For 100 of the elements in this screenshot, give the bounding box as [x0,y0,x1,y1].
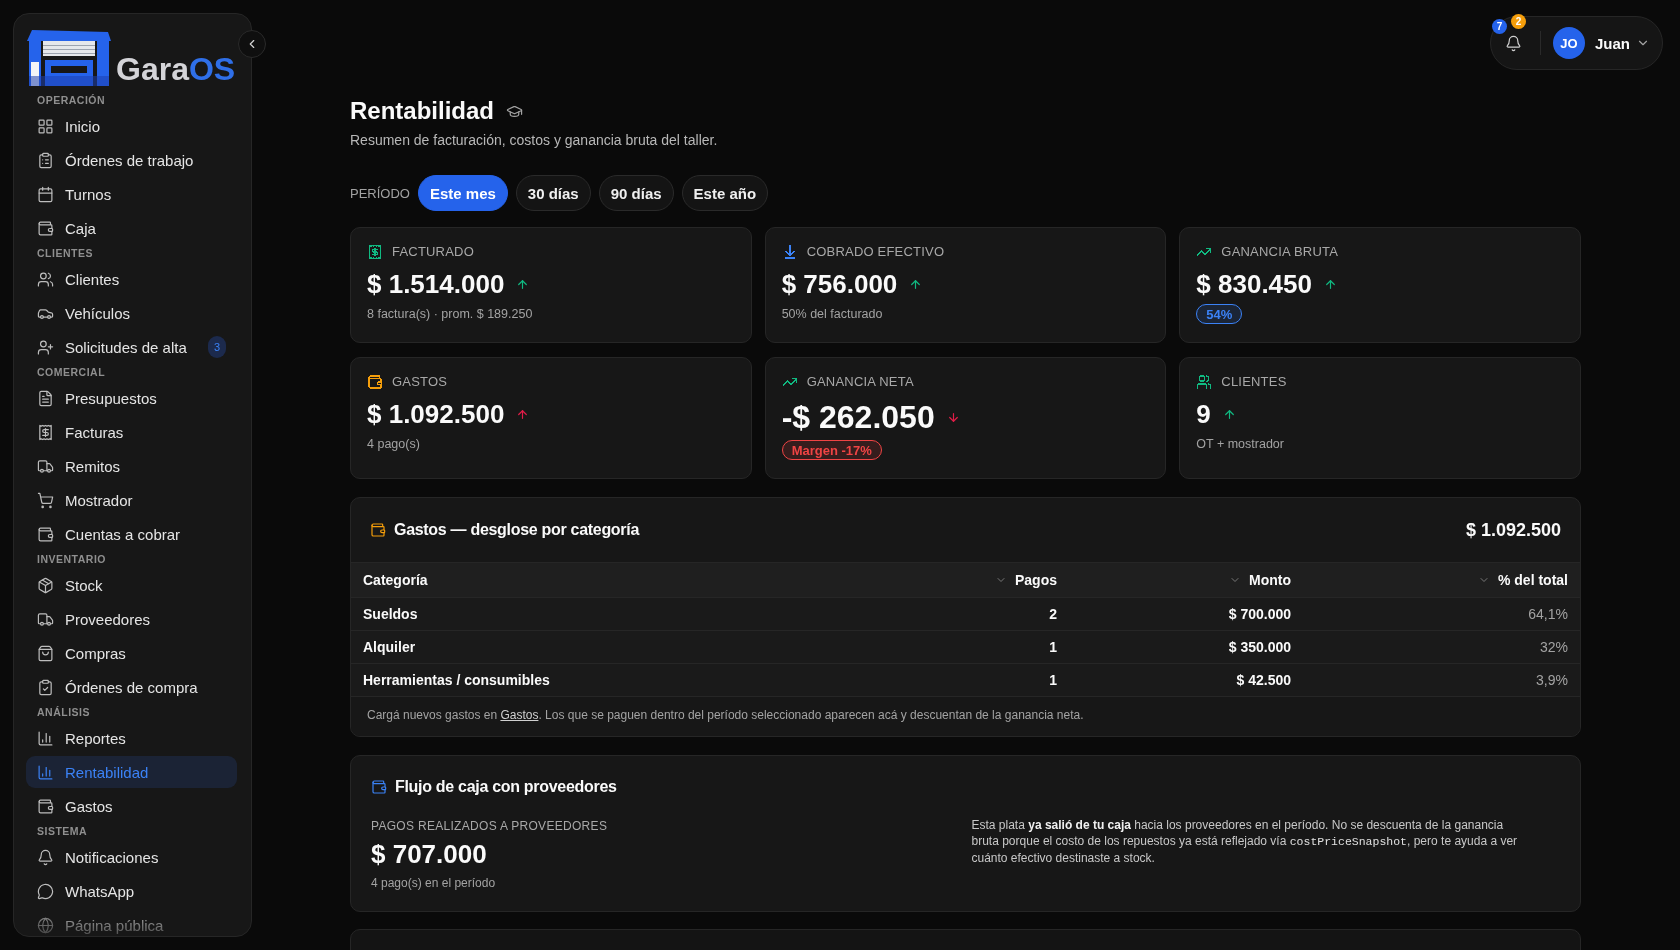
avatar: JO [1553,27,1585,59]
nav-item[interactable]: Presupuestos [26,382,237,414]
garage-logo-icon [27,28,113,86]
bell-icon [37,848,54,866]
notification-count: 7 [1492,19,1507,34]
user-menu-button[interactable]: JO Juan [1553,27,1650,59]
logo-wordmark: GaraOS [116,53,236,85]
clipboard-check-icon [37,678,54,696]
period-label: PERÍODO [350,185,410,201]
nav-item[interactable]: Turnos [26,178,237,210]
box-icon [37,576,54,594]
table-cell-text: 1 [1048,672,1057,688]
nav-item[interactable]: Mostrador [26,484,237,516]
nav-item[interactable]: Cuentas a cobrar [26,518,237,550]
stat-note: 50% del facturado [781,306,884,323]
stat-value: -$ 262.050 [781,398,935,436]
page-title: Rentabilidad [350,96,494,126]
stat-badge: Margen -17% [781,440,882,460]
explanation-text: Esta plata ya salió de tu caja hacia los proveedores en el período. No se descuenta de la ganancia bruta porque el costo de los repuestos ya está reflejado vía costPriceSnapshot, pero te ayuda a ver cuánto efectivo destinaste a stock. [971,817,1519,867]
table-cell-text: $ 700.000 [1227,606,1291,622]
footnote-text: Cargá nuevos gastos en Gastos. Los que se paguen dentro del período seleccionado aparecen acá y descuentan de la ganancia neta. [351,696,1580,736]
bar-chart-icon [37,763,54,781]
column-header[interactable]: Monto [1057,572,1291,588]
bell-icon [1505,34,1523,52]
receipt-icon [37,423,54,441]
stat-value: 9 [1196,398,1211,430]
table-cell-text: 64,1% [1527,606,1568,622]
table-cell-text: Herramientas / consumibles [363,672,551,688]
section-label: OPERACIÓN [36,93,107,107]
wallet-icon [371,779,387,795]
section-label: SISTEMA [36,824,89,838]
stat-label: GANANCIA BRUTA [1221,243,1339,261]
stat-label: FACTURADO [392,243,474,261]
nav-item[interactable]: WhatsApp [26,875,237,907]
nav-item[interactable]: Gastos [26,790,237,822]
globe-icon [37,916,54,934]
card-title: Gastos — desglose por categoría [394,520,639,540]
column-header[interactable]: % del total [1291,572,1568,588]
section-label: ANÁLISIS [36,705,91,719]
section-label: COMERCIAL [36,365,107,379]
document-icon [37,389,54,407]
notification-count: 2 [1511,14,1526,29]
wallet-icon [37,797,54,815]
nav-item[interactable]: Proveedores [26,603,237,635]
nav-item[interactable]: Remitos [26,450,237,482]
calendar-icon [37,185,54,203]
table-cell-text: Sueldos [363,606,419,622]
column-header: Categoría [363,572,429,588]
period-option[interactable]: Este mes [417,175,508,211]
table-cell-text: Alquiler [363,639,417,655]
nav-item[interactable]: Compras [26,637,237,669]
nav-item[interactable]: Reportes [26,722,237,754]
nav-item[interactable]: Clientes [26,263,237,295]
nav-item[interactable]: Facturas [26,416,237,448]
table-cell-text: $ 350.000 [1227,639,1291,655]
metric-value: $ 707.000 [371,838,488,870]
nav-item[interactable]: Caja [26,212,237,244]
nav-item[interactable]: Órdenes de compra [26,671,237,703]
nav-item[interactable]: Órdenes de trabajo [26,144,237,176]
chat-bubble-icon [37,882,54,900]
nav-item[interactable]: Solicitudes de alta 3 [26,331,237,363]
stat-value: $ 1.514.000 [367,268,505,300]
section-label: INVENTARIO [36,552,107,566]
period-option[interactable]: 30 días [515,175,591,211]
stat-label: COBRADO EFECTIVO [806,243,945,261]
table-cell-text: 3,9% [1535,672,1568,688]
stat-label: GASTOS [392,373,448,391]
wallet-icon [37,525,54,543]
users-icon [37,270,54,288]
stat-value: $ 1.092.500 [367,398,505,430]
truck-icon [37,610,54,628]
column-header[interactable]: Pagos [857,572,1057,588]
bar-chart-icon [37,729,54,747]
card-title: Flujo de caja con proveedores [395,777,617,797]
nav-item[interactable]: Rentabilidad [26,756,237,788]
wallet-icon [37,219,54,237]
grid-icon [37,117,54,135]
period-option[interactable]: Este año [681,175,769,211]
nav-item[interactable]: Inicio [26,110,237,142]
table-cell-text: 1 [1048,639,1057,655]
page-subtitle: Resumen de facturación, costos y ganancia bruta del taller. [350,131,719,150]
wallet-icon [370,522,386,538]
stat-label: GANANCIA NETA [806,373,914,391]
period-option[interactable]: 90 días [598,175,674,211]
stat-note: OT + mostrador [1196,436,1285,453]
card-total: $ 1.092.500 [1465,519,1561,541]
metric-subtext: 4 pago(s) en el período [371,876,497,890]
stat-note: 8 factura(s) · prom. $ 189.250 [367,306,534,323]
cart-icon [37,491,54,509]
nav-item[interactable]: Stock [26,569,237,601]
table-cell-text: 2 [1048,606,1057,622]
truck-icon [37,457,54,475]
user-plus-icon [37,338,54,356]
clipboard-icon [37,151,54,169]
nav-item[interactable]: Notificaciones [26,841,237,873]
metric-label: PAGOS REALIZADOS A PROVEEDORES [371,819,609,833]
stat-note: 4 pago(s) [367,436,421,453]
nav-item[interactable]: Vehículos [26,297,237,329]
stat-value: $ 756.000 [781,268,898,300]
nav-item[interactable]: Página pública [26,909,237,936]
